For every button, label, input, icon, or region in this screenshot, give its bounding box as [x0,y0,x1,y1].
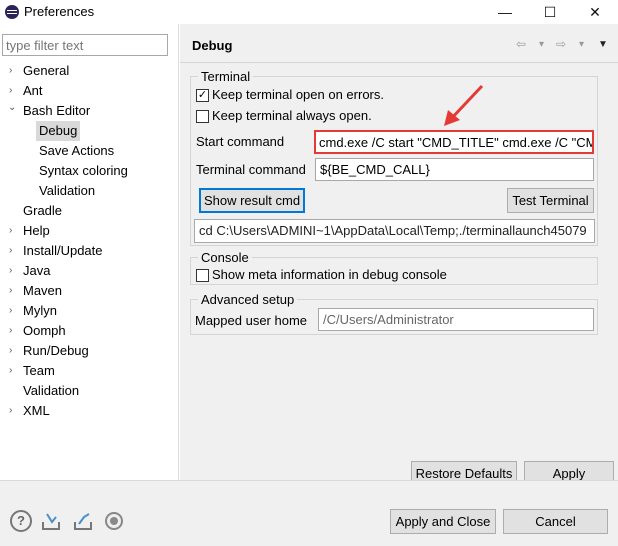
chevron-right-icon[interactable]: › [9,241,12,261]
chevron-right-icon[interactable]: › [9,301,12,321]
show-meta-checkbox[interactable] [196,269,209,282]
record-icon[interactable] [103,510,125,532]
forward-arrow-icon[interactable]: ⇨ [556,37,566,51]
tree-item-label: Bash Editor [23,103,91,118]
tree-item-oomph[interactable]: › Oomph [0,321,179,341]
terminal-group-label: Terminal [198,69,254,84]
import-icon[interactable] [40,510,62,532]
tree-item-label: XML [23,403,50,418]
annotation-arrow-icon [444,84,484,126]
back-dropdown-icon[interactable]: ▾ [539,39,544,50]
show-result-cmd-button[interactable]: Show result cmd [199,188,305,213]
header-divider [180,62,618,63]
tree-item-label: Ant [23,83,43,98]
maximize-button[interactable]: ☐ [527,0,573,24]
tree-item-mylyn[interactable]: › Mylyn [0,301,179,321]
tree-item-label: Java [23,263,51,278]
tree-item-label: Maven [23,283,63,298]
terminal-command-label: Terminal command [196,162,306,177]
advanced-setup-group-label: Advanced setup [198,292,298,307]
start-command-label: Start command [196,134,285,149]
chevron-right-icon[interactable]: › [9,261,12,281]
tree-item-save-actions[interactable]: Save Actions [39,141,114,161]
tree-item-label: Install/Update [23,243,103,258]
tree-item-gradle[interactable]: Gradle [23,201,62,221]
tree-item-label: Team [23,363,55,378]
page-title: Debug [192,38,233,53]
start-command-input[interactable]: cmd.exe /C start "CMD_TITLE" cmd.exe /C … [314,130,594,154]
mapped-user-home-input[interactable]: /C/Users/Administrator [318,308,594,331]
tree-item-help[interactable]: › Help [0,221,179,241]
apply-and-close-button[interactable]: Apply and Close [390,509,496,534]
chevron-right-icon[interactable]: › [9,281,12,301]
result-command-field[interactable]: cd C:\Users\ADMINI~1\AppData\Local\Temp;… [194,219,595,243]
keep-open-errors-label: Keep terminal open on errors. [212,87,384,102]
window-title: Preferences [24,4,95,19]
tree-item-label: Help [23,223,50,238]
chevron-right-icon[interactable]: › [9,321,12,341]
title-bar: Preferences — ☐ ✕ [0,0,618,24]
tree-item-validation-bash[interactable]: Validation [39,181,95,201]
app-icon [5,5,19,19]
tree-item-label: Oomph [23,323,66,338]
minimize-button[interactable]: — [482,0,528,24]
keep-open-errors-checkbox[interactable]: ✓ [196,89,209,102]
close-button[interactable]: ✕ [572,0,618,24]
console-group-label: Console [198,250,252,265]
keep-open-always-checkbox[interactable] [196,110,209,123]
tree-item-general[interactable]: › General [0,61,179,81]
back-arrow-icon[interactable]: ⇦ [516,37,526,51]
keep-open-always-label: Keep terminal always open. [212,108,372,123]
chevron-right-icon[interactable]: › [9,221,12,241]
chevron-right-icon[interactable]: › [9,401,12,421]
tree-item-maven[interactable]: › Maven [0,281,179,301]
show-meta-label: Show meta information in debug console [212,267,447,282]
chevron-right-icon[interactable]: › [9,341,12,361]
export-icon[interactable] [72,510,94,532]
tree-item-java[interactable]: › Java [0,261,179,281]
mapped-user-home-label: Mapped user home [195,313,308,328]
tree-item-syntax-coloring[interactable]: Syntax coloring [39,161,128,181]
terminal-command-input[interactable]: ${BE_CMD_CALL} [315,158,594,181]
tree-item-label: General [23,63,70,78]
test-terminal-button[interactable]: Test Terminal [507,188,594,213]
tree-item-install-update[interactable]: › Install/Update [0,241,179,261]
help-icon[interactable]: ? [10,510,32,532]
chevron-right-icon[interactable]: › [9,61,12,81]
tree-item-team[interactable]: › Team [0,361,179,381]
chevron-right-icon[interactable]: › [9,361,12,381]
tree-item-label: Debug [39,123,78,138]
chevron-down-icon[interactable]: ⌄ [8,98,16,118]
filter-input[interactable] [2,34,168,56]
tree-item-xml[interactable]: › XML [0,401,179,421]
view-menu-icon[interactable]: ▼ [598,39,608,50]
tree-item-debug[interactable]: Debug [36,121,80,141]
tree-item-label: Mylyn [23,303,57,318]
forward-dropdown-icon[interactable]: ▾ [579,39,584,50]
tree-item-validation[interactable]: Validation [23,381,79,401]
cancel-button[interactable]: Cancel [503,509,608,534]
tree-item-bash-editor[interactable]: ⌄ Bash Editor [0,101,179,121]
tree-item-ant[interactable]: › Ant [0,81,179,101]
tree-item-label: Run/Debug [23,343,89,358]
tree-item-run-debug[interactable]: › Run/Debug [0,341,179,361]
